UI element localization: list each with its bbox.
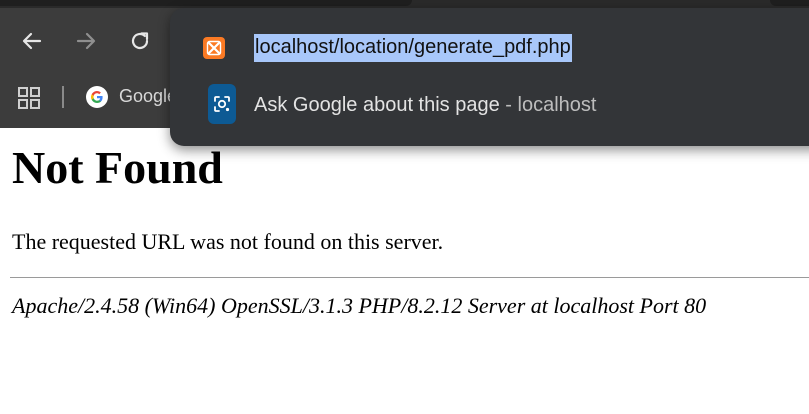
suggestion-host: localhost <box>517 94 597 116</box>
active-tab-edge[interactable] <box>0 0 412 6</box>
address-input[interactable]: localhost/location/generate_pdf.php <box>254 34 572 62</box>
google-logo-icon[interactable] <box>85 85 109 109</box>
page-title: Not Found <box>12 142 223 193</box>
reload-button[interactable] <box>125 26 155 56</box>
back-button[interactable] <box>17 26 47 56</box>
suggestion-main-text: Ask Google about this page <box>254 94 500 116</box>
arrow-left-icon <box>22 32 42 50</box>
error-message: The requested URL was not found on this … <box>12 229 444 254</box>
forward-button[interactable] <box>71 26 101 56</box>
bookmarks-divider <box>62 86 64 108</box>
tab-strip <box>0 0 809 8</box>
lens-glyph-icon <box>214 96 230 112</box>
server-signature: Apache/2.4.58 (Win64) OpenSSL/3.1.3 PHP/… <box>12 293 707 318</box>
tab-edge[interactable] <box>770 0 809 6</box>
xampp-logo-icon <box>203 37 225 59</box>
xampp-glyph-icon <box>206 40 222 56</box>
google-lens-icon <box>208 84 236 124</box>
suggestion-separator: - <box>499 94 518 116</box>
bookmark-google-label[interactable]: Google <box>119 86 177 107</box>
divider <box>10 277 809 278</box>
omnibox-url-row[interactable]: localhost/location/generate_pdf.php <box>170 16 809 68</box>
reload-icon <box>131 32 149 50</box>
suggestion-text[interactable]: Ask Google about this page - localhost <box>254 94 596 117</box>
omnibox-dropdown: localhost/location/generate_pdf.php Ask … <box>170 8 809 146</box>
arrow-right-icon <box>76 32 96 50</box>
apps-grid-icon[interactable] <box>17 86 41 110</box>
